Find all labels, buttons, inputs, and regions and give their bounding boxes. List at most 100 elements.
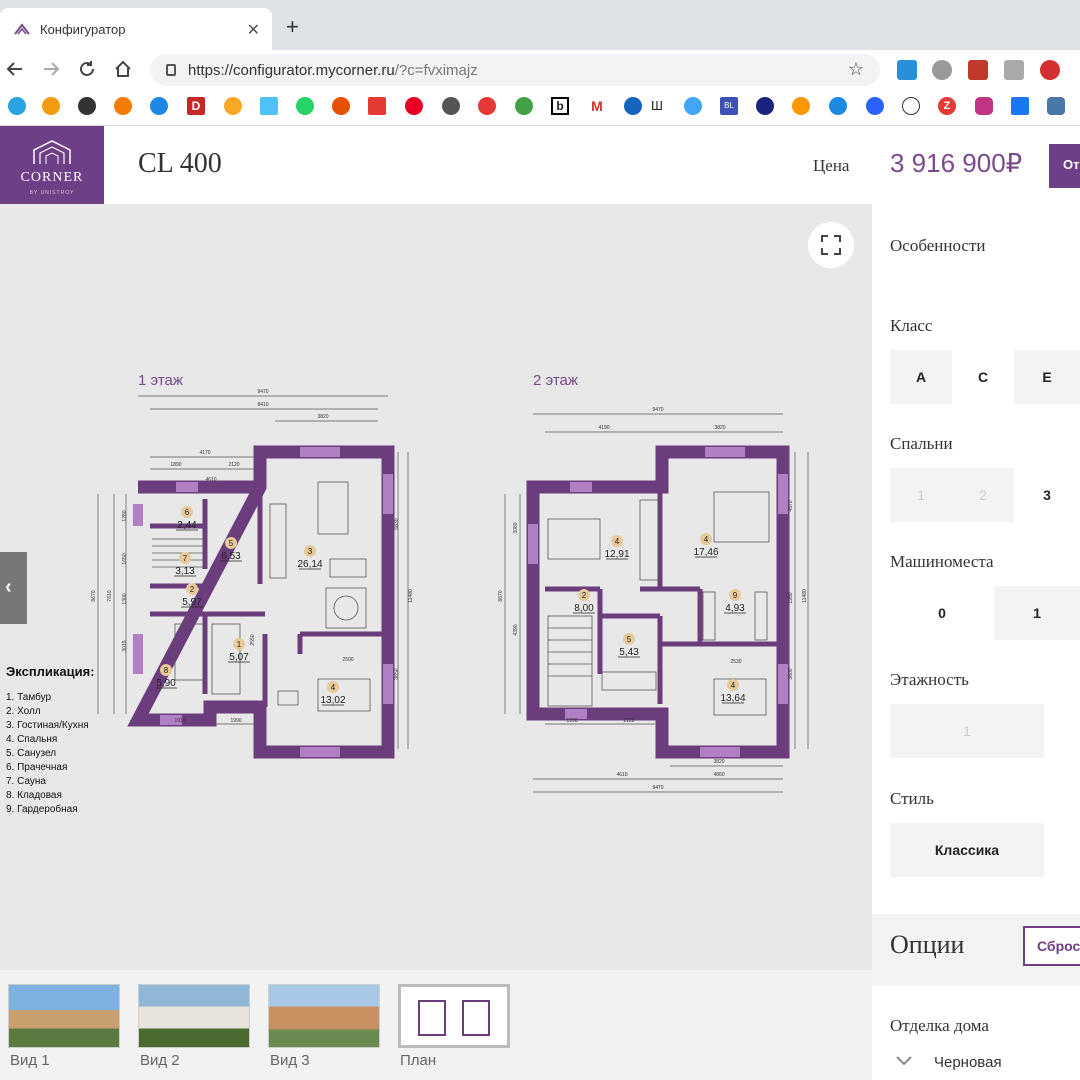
address-bar[interactable]: https://configurator.mycorner.ru/?c=fvxi… bbox=[150, 54, 880, 86]
code-icon[interactable] bbox=[902, 97, 920, 115]
bookmark-icon[interactable] bbox=[260, 97, 278, 115]
floor1-plan: 6 2,44 5 6,53 3 26,14 7 3,13 2 5,97 1 5,07 8 5,90 4 13,… bbox=[91, 389, 414, 759]
avatar-icon[interactable] bbox=[624, 97, 642, 115]
gmail-icon[interactable]: M bbox=[588, 97, 606, 115]
globe-icon[interactable] bbox=[932, 60, 952, 80]
plan-thumbnail-icon bbox=[418, 1000, 490, 1036]
room-number: 2 bbox=[190, 585, 195, 594]
bedrooms-option-1[interactable]: 1 bbox=[890, 468, 952, 522]
dimension-label: 1910 bbox=[174, 718, 185, 724]
dimension-label: 1890 bbox=[170, 462, 181, 468]
floor2-plan: 4 12,91 4 17,46 2 8,00 5 5,43 9 4,93 4 13,64 9470 419… bbox=[498, 407, 809, 793]
dimension-label: 8670 bbox=[498, 590, 504, 601]
floors-option-1[interactable]: 1 bbox=[890, 704, 1044, 758]
tab-title: Конфигуратор bbox=[40, 21, 126, 37]
dimension-label: 1990 bbox=[566, 718, 577, 724]
bookmark-d[interactable]: D bbox=[187, 97, 205, 115]
dimension-label: 3600 bbox=[788, 668, 794, 679]
bookmark-sh[interactable]: Ш bbox=[648, 97, 666, 115]
whatsapp-icon[interactable] bbox=[296, 97, 314, 115]
vk-icon[interactable] bbox=[1047, 97, 1065, 115]
room-area: 6,53 bbox=[221, 551, 241, 562]
class-option-e[interactable]: E bbox=[1014, 350, 1080, 404]
bookmark-icon[interactable] bbox=[829, 97, 847, 115]
class-option-c[interactable]: C bbox=[952, 350, 1014, 404]
room-number: 8 bbox=[164, 666, 169, 675]
room-number: 4 bbox=[704, 535, 709, 544]
bookmark-icon[interactable] bbox=[792, 97, 810, 115]
options-title: Опции bbox=[890, 930, 965, 959]
forward-icon[interactable] bbox=[42, 60, 60, 78]
explication-item: 8. Кладовая bbox=[6, 790, 62, 801]
bookmark-icon[interactable] bbox=[150, 97, 168, 115]
bookmark-icon[interactable] bbox=[515, 97, 533, 115]
thumbnail-view3[interactable] bbox=[268, 984, 380, 1048]
check-icon[interactable] bbox=[684, 97, 702, 115]
pinterest-icon[interactable] bbox=[405, 97, 423, 115]
extension-icon[interactable] bbox=[897, 60, 917, 80]
flash-icon[interactable] bbox=[968, 60, 988, 80]
thumbnail-plan[interactable] bbox=[398, 984, 510, 1048]
bookmark-star-icon[interactable]: ☆ bbox=[848, 59, 864, 80]
bedrooms-option-2[interactable]: 2 bbox=[952, 468, 1014, 522]
send-request-button[interactable]: От bbox=[1049, 144, 1080, 188]
map-pin-icon[interactable] bbox=[478, 97, 496, 115]
floors-option-2[interactable] bbox=[1044, 704, 1080, 758]
parking-title: Машиноместа bbox=[890, 552, 994, 571]
heart-icon[interactable] bbox=[756, 97, 774, 115]
room-number: 4 bbox=[731, 681, 736, 690]
adblock-icon[interactable] bbox=[1040, 60, 1060, 80]
extension-icon[interactable] bbox=[1004, 60, 1024, 80]
dimension-label: 3820 bbox=[713, 759, 724, 765]
facebook-icon[interactable] bbox=[1011, 97, 1029, 115]
thumbnail-view2[interactable] bbox=[138, 984, 250, 1048]
bookmark-icon[interactable] bbox=[368, 97, 386, 115]
style-option-next[interactable] bbox=[1044, 823, 1080, 877]
browser-tab[interactable]: Конфигуратор ✕ bbox=[0, 8, 272, 50]
firefox-icon[interactable] bbox=[332, 97, 350, 115]
map-pin-icon[interactable] bbox=[114, 97, 132, 115]
reload-icon[interactable] bbox=[78, 60, 96, 78]
back-icon[interactable] bbox=[6, 60, 24, 78]
price-value: 3 916 900₽ bbox=[890, 148, 1023, 178]
dimension-label: 6630 bbox=[394, 518, 400, 529]
lock-icon bbox=[166, 64, 176, 76]
class-option-a[interactable]: A bbox=[890, 350, 952, 404]
room-area: 3,13 bbox=[175, 566, 195, 577]
options-section: Опции Сброс bbox=[872, 914, 1080, 986]
new-tab-button[interactable]: + bbox=[286, 14, 299, 40]
bookmark-icon[interactable] bbox=[866, 97, 884, 115]
parking-option-0[interactable]: 0 bbox=[890, 586, 994, 640]
parking-option-1[interactable]: 1 bbox=[994, 586, 1080, 640]
dimension-label: 4570 bbox=[788, 500, 794, 511]
explication-item: 6. Прачечная bbox=[6, 762, 68, 773]
bedrooms-option-3[interactable]: 3 bbox=[1014, 468, 1080, 522]
explication-item: 2. Холл bbox=[6, 706, 41, 717]
corner-logo[interactable]: CORNER BY UNISTROY bbox=[0, 126, 104, 204]
airplane-icon[interactable] bbox=[78, 97, 96, 115]
home-icon[interactable] bbox=[114, 60, 132, 78]
dimension-label: 1300 bbox=[122, 593, 128, 604]
style-option-classic[interactable]: Классика bbox=[890, 823, 1044, 877]
tripadvisor-icon[interactable] bbox=[442, 97, 460, 115]
bookmark-icon[interactable] bbox=[224, 97, 242, 115]
explication-legend: Экспликация: 1. Тамбур 2. Холл 3. Гостин… bbox=[6, 664, 95, 817]
room-area: 2,44 bbox=[177, 520, 197, 531]
instagram-icon[interactable] bbox=[975, 97, 993, 115]
bookmark-bl[interactable]: BL bbox=[720, 97, 738, 115]
thumbnail-view1[interactable] bbox=[8, 984, 120, 1048]
chevron-down-icon[interactable] bbox=[896, 1056, 912, 1066]
reset-button[interactable]: Сброс bbox=[1023, 926, 1080, 966]
logo-tagline: BY UNISTROY bbox=[29, 190, 75, 196]
floor-plan-drawing: 6 2,44 5 6,53 3 26,14 7 3,13 2 5,97 1 5,07 8 5,90 4 13,… bbox=[91, 389, 809, 793]
bookmark-b[interactable]: b bbox=[551, 97, 569, 115]
bookmark-z[interactable]: Z bbox=[938, 97, 956, 115]
dimension-label: 9470 bbox=[652, 785, 663, 791]
bookmark-icon[interactable] bbox=[42, 97, 60, 115]
close-tab-icon[interactable]: ✕ bbox=[247, 20, 260, 40]
bookmark-icon[interactable] bbox=[8, 97, 26, 115]
room-number: 5 bbox=[229, 539, 234, 548]
dimension-label: 9470 bbox=[257, 389, 268, 395]
room-area: 4,93 bbox=[725, 603, 745, 614]
dimension-label: 1650 bbox=[122, 553, 128, 564]
